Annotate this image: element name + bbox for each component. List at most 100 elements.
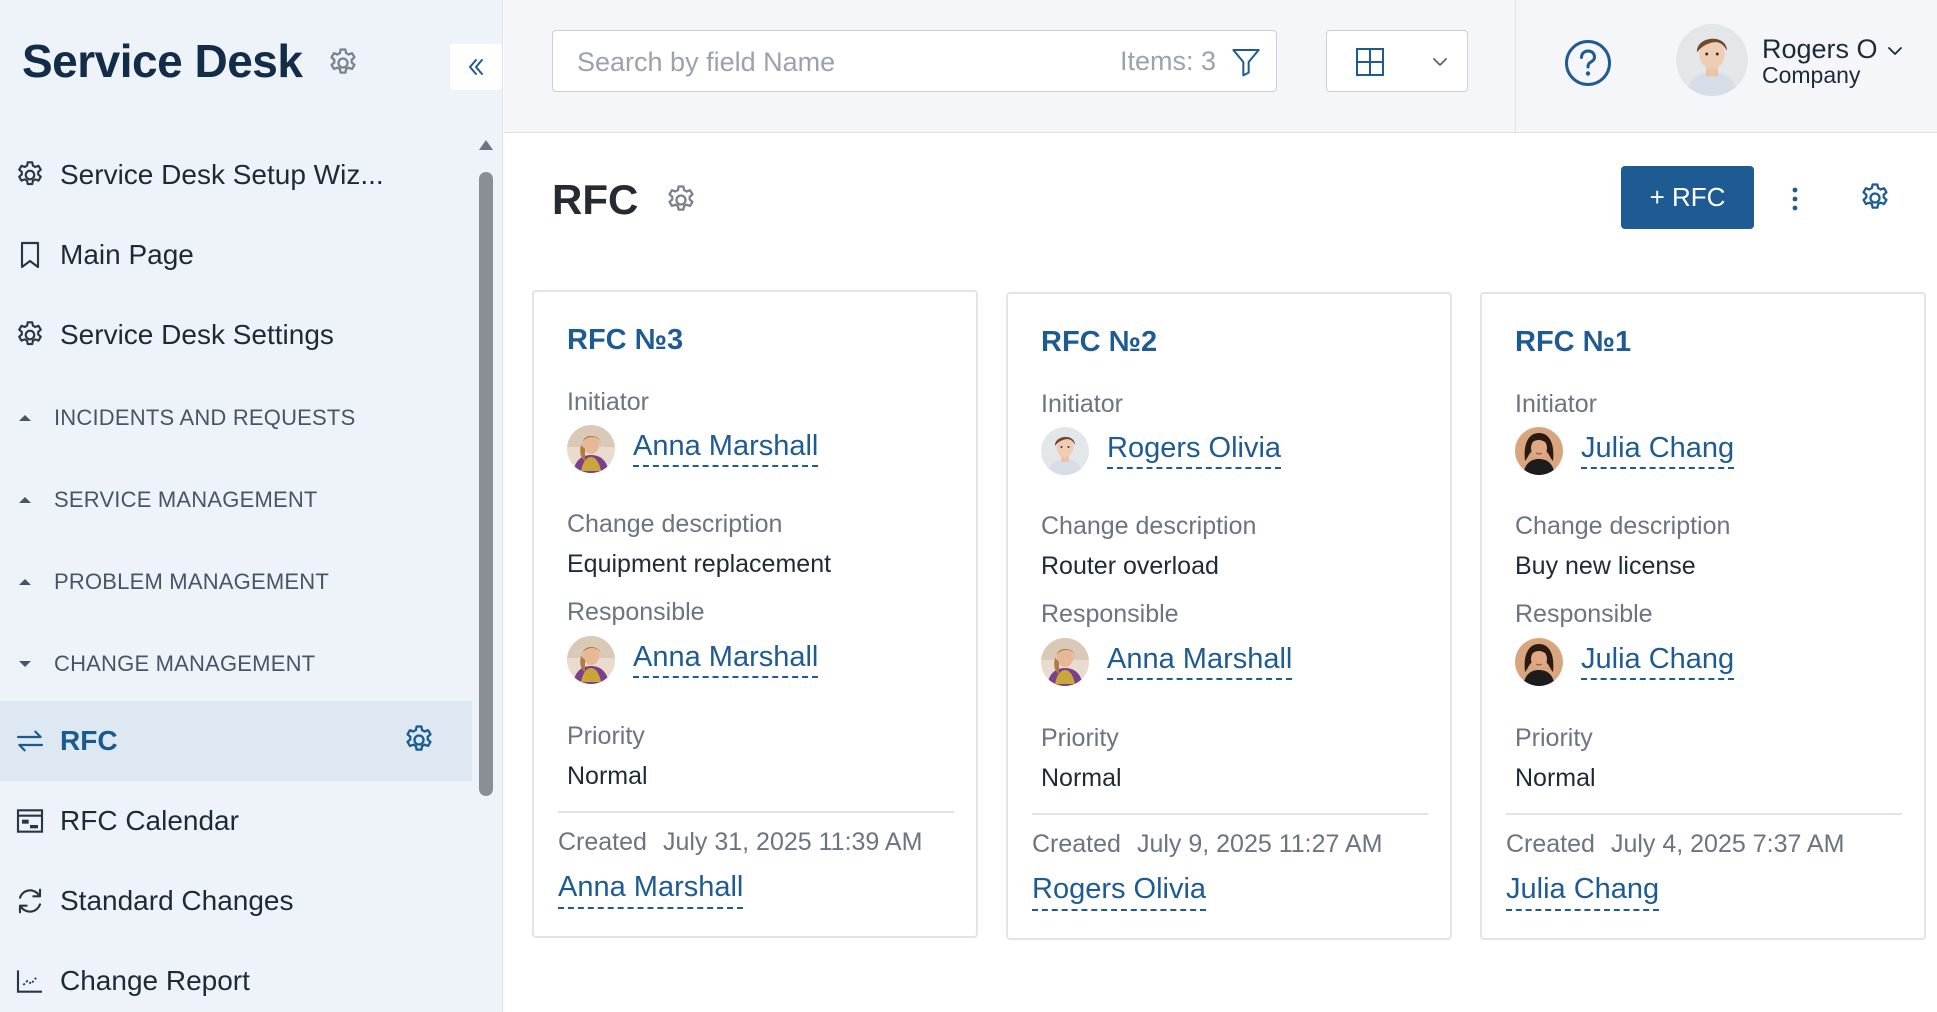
- add-rfc-button[interactable]: + RFC: [1621, 166, 1754, 229]
- card-divider: [1506, 813, 1902, 815]
- gear-icon[interactable]: [402, 723, 436, 757]
- topbar-divider: [1515, 0, 1516, 133]
- grid-view-icon: [1356, 48, 1384, 76]
- gear-icon[interactable]: [1858, 181, 1892, 215]
- sidebar-item-service-desk-settings[interactable]: Service Desk Settings: [0, 295, 472, 375]
- page-title: RFC: [552, 176, 639, 223]
- initiator-person[interactable]: Anna Marshall: [567, 424, 819, 474]
- filter-icon[interactable]: [1230, 45, 1262, 79]
- priority-value: Normal: [567, 762, 648, 790]
- avatar: [1515, 638, 1563, 686]
- created-label: Created: [558, 828, 647, 856]
- change-description-value: Buy new license: [1515, 552, 1696, 580]
- search-input[interactable]: [577, 45, 1037, 79]
- double-chevron-left-icon: [469, 59, 483, 75]
- rfc-card[interactable]: RFC №1 Initiator Julia Chang Change desc…: [1480, 292, 1926, 940]
- rfc-card[interactable]: RFC №3 Initiator Anna Marshall Change de…: [532, 290, 978, 938]
- change-description-value: Equipment replacement: [567, 550, 832, 578]
- section-label: PROBLEM MANAGEMENT: [54, 569, 329, 594]
- section-label: SERVICE MANAGEMENT: [54, 487, 318, 512]
- chevron-down-icon: [1433, 58, 1447, 66]
- initiator-person[interactable]: Julia Chang: [1515, 426, 1735, 476]
- section-change-management[interactable]: CHANGE MANAGEMENT: [0, 623, 472, 705]
- rfc-card[interactable]: RFC №2 Initiator Rogers Olivia Change de…: [1006, 292, 1452, 940]
- chart-icon: [16, 970, 42, 993]
- gear-icon: [14, 159, 46, 191]
- section-problem-management[interactable]: PROBLEM MANAGEMENT: [0, 541, 472, 623]
- sidebar-scrollbar[interactable]: [477, 138, 495, 798]
- gear-icon[interactable]: [326, 46, 360, 80]
- change-description-label: Change description: [1515, 512, 1731, 540]
- sidebar-item-label: Service Desk Setup Wiz...: [60, 159, 384, 190]
- responsible-person[interactable]: Julia Chang: [1515, 637, 1735, 687]
- user-avatar[interactable]: [1676, 24, 1748, 96]
- responsible-label: Responsible: [1515, 600, 1653, 628]
- priority-value: Normal: [1515, 764, 1596, 792]
- responsible-person[interactable]: Anna Marshall: [1041, 637, 1293, 687]
- triangle-up-icon: [19, 497, 31, 503]
- created-info: Created July 9, 2025 11:27 AM: [1032, 830, 1383, 859]
- author-link[interactable]: Rogers Olivia: [1032, 873, 1207, 911]
- created-date: July 31, 2025 11:39 AM: [662, 828, 923, 856]
- top-bar: Items: 3 Rogers O Company: [504, 0, 1937, 133]
- section-service-management[interactable]: SERVICE MANAGEMENT: [0, 459, 472, 541]
- sidebar-item-label: RFC Calendar: [60, 805, 239, 836]
- change-description-value: Router overload: [1041, 552, 1219, 580]
- bookmark-icon: [20, 241, 40, 269]
- change-description-label: Change description: [567, 510, 783, 538]
- sidebar-item-setup-wizard[interactable]: Service Desk Setup Wiz...: [0, 135, 472, 215]
- initiator-name[interactable]: Rogers Olivia: [1107, 432, 1282, 470]
- section-incidents-and-requests[interactable]: INCIDENTS AND REQUESTS: [0, 377, 472, 459]
- created-label: Created: [1506, 830, 1595, 858]
- responsible-person[interactable]: Anna Marshall: [567, 635, 819, 685]
- card-divider: [1032, 813, 1428, 815]
- sidebar-item-main-page[interactable]: Main Page: [0, 215, 472, 295]
- sidebar-item-change-report[interactable]: Change Report: [0, 941, 472, 1012]
- chevron-down-icon[interactable]: [1886, 42, 1904, 60]
- user-name[interactable]: Rogers O: [1762, 34, 1878, 65]
- sidebar-item-label: Change Report: [60, 965, 250, 996]
- card-divider: [558, 811, 954, 813]
- responsible-name[interactable]: Anna Marshall: [633, 641, 819, 679]
- sidebar-item-rfc[interactable]: RFC: [0, 701, 472, 781]
- author-link[interactable]: Anna Marshall: [558, 871, 744, 909]
- card-title[interactable]: RFC №3: [567, 324, 683, 357]
- sidebar: Service Desk Service Desk Setup Wiz... M…: [0, 0, 503, 1012]
- responsible-label: Responsible: [1041, 600, 1179, 628]
- author-link[interactable]: Julia Chang: [1506, 873, 1660, 911]
- card-title[interactable]: RFC №2: [1041, 326, 1157, 359]
- user-company: Company: [1762, 62, 1861, 88]
- initiator-label: Initiator: [567, 388, 649, 416]
- avatar: [1515, 427, 1563, 475]
- avatar: [567, 636, 615, 684]
- sidebar-item-standard-changes[interactable]: Standard Changes: [0, 861, 472, 941]
- initiator-name[interactable]: Anna Marshall: [633, 430, 819, 468]
- priority-label: Priority: [1515, 724, 1593, 752]
- items-count: Items: 3: [1119, 46, 1216, 76]
- triangle-down-icon: [19, 661, 31, 667]
- scroll-up-arrow-icon[interactable]: [478, 138, 494, 152]
- view-mode-dropdown[interactable]: [1326, 30, 1468, 92]
- created-date: July 9, 2025 11:27 AM: [1136, 830, 1383, 858]
- responsible-name[interactable]: Julia Chang: [1581, 643, 1735, 681]
- card-title[interactable]: RFC №1: [1515, 326, 1631, 359]
- collapse-sidebar-button[interactable]: [450, 44, 502, 90]
- created-info: Created July 31, 2025 11:39 AM: [558, 828, 922, 857]
- sidebar-item-rfc-calendar[interactable]: RFC Calendar: [0, 781, 472, 861]
- sidebar-item-label: Service Desk Settings: [60, 319, 334, 350]
- created-label: Created: [1032, 830, 1121, 858]
- section-label: CHANGE MANAGEMENT: [54, 651, 316, 676]
- sidebar-nav: Service Desk Setup Wiz... Main Page Serv…: [0, 135, 472, 1012]
- avatar: [1041, 638, 1089, 686]
- initiator-label: Initiator: [1515, 390, 1597, 418]
- triangle-up-icon: [19, 579, 31, 585]
- initiator-name[interactable]: Julia Chang: [1581, 432, 1735, 470]
- help-icon[interactable]: [1564, 39, 1612, 87]
- scrollbar-thumb[interactable]: [479, 172, 493, 796]
- more-options-icon[interactable]: [1790, 182, 1800, 216]
- initiator-person[interactable]: Rogers Olivia: [1041, 426, 1282, 476]
- triangle-up-icon: [19, 415, 31, 421]
- responsible-name[interactable]: Anna Marshall: [1107, 643, 1293, 681]
- change-description-label: Change description: [1041, 512, 1257, 540]
- gear-icon[interactable]: [664, 183, 698, 217]
